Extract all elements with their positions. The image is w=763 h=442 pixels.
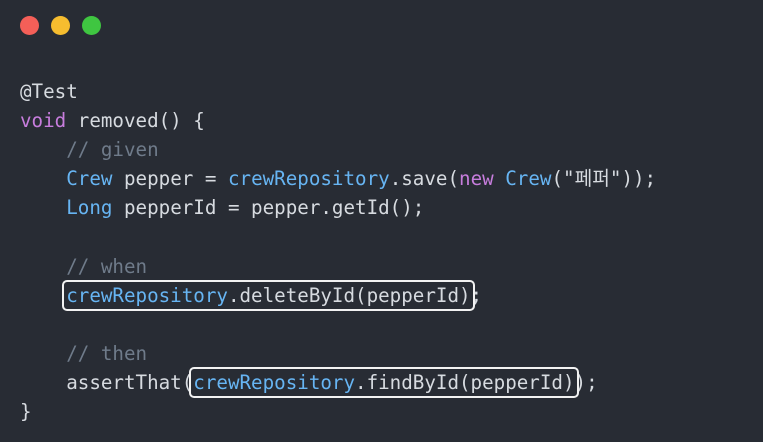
code-token: // then (66, 341, 148, 365)
code-line: Crew pepper = crewRepository.save(new Cr… (20, 164, 656, 193)
code-token: // when (66, 254, 148, 278)
code-token: crewRepository (227, 167, 390, 191)
code-window: @Test void removed() { // given Crew pepp… (0, 0, 763, 442)
code-token: // given (66, 138, 159, 162)
code-token: pepper = (112, 167, 228, 191)
code-token: new (459, 167, 494, 191)
code-token: assertThat( (66, 370, 194, 394)
code-line: assertThat(crewRepository.findById(peppe… (20, 366, 656, 398)
close-button[interactable] (20, 16, 39, 35)
code-token: Crew (66, 167, 113, 191)
highlight-box: crewRepository.deleteById(pepperId) (62, 279, 475, 311)
code-token: ( (551, 167, 564, 191)
code-token: removed() { (66, 109, 205, 133)
code-block: @Test void removed() { // given Crew pepp… (20, 77, 656, 426)
code-line: } (20, 397, 656, 426)
code-token: pepperId = pepper.getId(); (112, 196, 425, 220)
code-token: Crew (505, 167, 552, 191)
code-line: @Test (20, 77, 656, 106)
code-token: ; (470, 283, 483, 307)
code-line: Long pepperId = pepper.getId(); (20, 193, 656, 222)
code-token: @Test (20, 80, 78, 103)
code-line: void removed() { (20, 106, 656, 135)
code-token: void (20, 109, 67, 133)
minimize-button[interactable] (51, 16, 70, 35)
code-line: // when (20, 252, 656, 281)
code-token: .findById(pepperId) (355, 370, 575, 394)
code-token: } (20, 400, 32, 424)
code-token: .save( (389, 167, 460, 191)
code-token: ); (574, 370, 598, 394)
highlight-box: crewRepository.findById(pepperId) (189, 366, 579, 398)
code-line: // then (20, 339, 656, 368)
window-controls (20, 16, 101, 35)
code-line: // given (20, 135, 656, 164)
code-line: crewRepository.deleteById(pepperId); (20, 279, 656, 311)
zoom-button[interactable] (82, 16, 101, 35)
code-token: )); (621, 167, 657, 191)
code-token: "페퍼" (563, 167, 622, 191)
code-token: .deleteById(pepperId) (227, 283, 471, 307)
code-token: crewRepository (193, 370, 356, 394)
code-token: Long (66, 196, 113, 220)
code-token: crewRepository (66, 283, 228, 307)
